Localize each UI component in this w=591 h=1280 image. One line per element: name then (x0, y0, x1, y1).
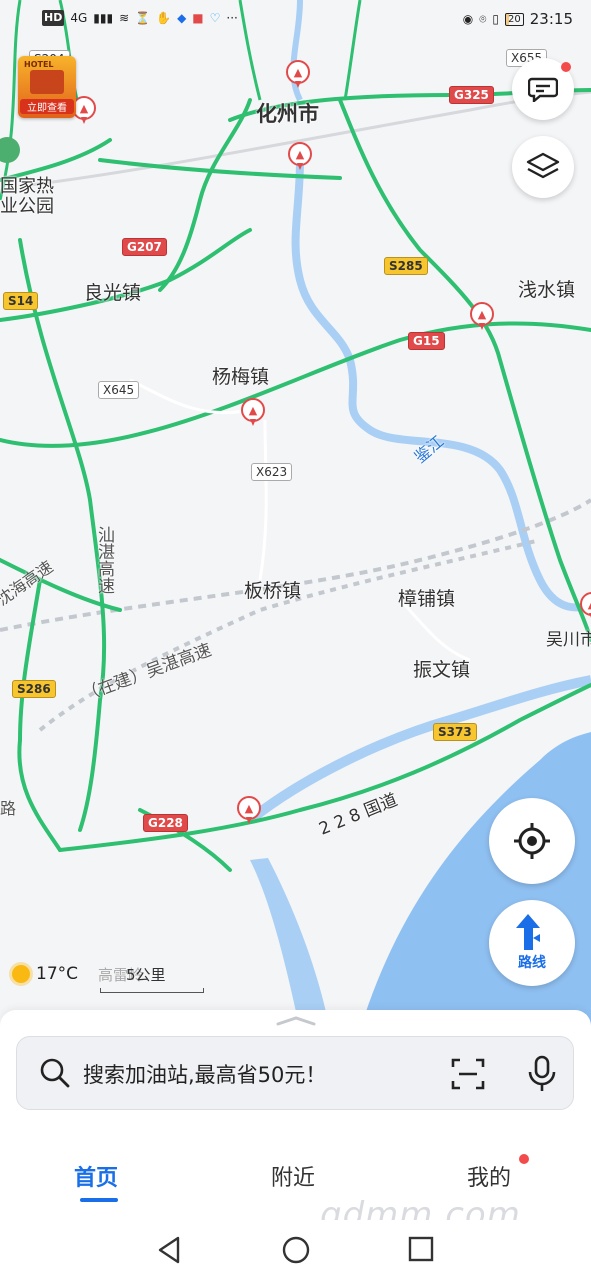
scenic-poi-pin[interactable]: ▲ (470, 302, 494, 330)
tab-home-indicator (80, 1198, 118, 1202)
shield-g325: G325 (449, 86, 494, 104)
hotel-ad-brand: HOTEL (24, 60, 54, 69)
app-notification-red-icon: ■ (192, 11, 204, 25)
place-zhenwen[interactable]: 振文镇 (413, 655, 470, 682)
tab-mine[interactable]: 我的 (467, 1160, 511, 1192)
place-huazhou[interactable]: 化州市 (256, 98, 319, 128)
shield-g15: G15 (408, 332, 445, 350)
back-icon[interactable] (156, 1236, 182, 1264)
layers-button[interactable] (512, 136, 574, 198)
weather-widget[interactable]: 17°C (12, 964, 78, 984)
shield-x623: X623 (251, 463, 293, 481)
tab-home[interactable]: 首页 (74, 1160, 118, 1192)
hotel-building-icon (30, 70, 64, 94)
scenic-poi-pin[interactable]: ▲ (580, 592, 591, 620)
map-scale-bar (100, 988, 204, 993)
microphone-icon[interactable] (527, 1055, 557, 1093)
shield-s286: S286 (12, 680, 56, 698)
layers-icon (526, 152, 560, 179)
shield-s373: S373 (433, 723, 477, 741)
more-notifications-icon: ··· (226, 11, 238, 25)
weather-temp: 17°C (36, 964, 79, 984)
place-liangguang[interactable]: 良光镇 (84, 278, 141, 305)
scenic-poi-pin[interactable]: ▲ (288, 142, 312, 170)
4g-signal-icon: 4G (70, 11, 88, 25)
scenic-poi-pin[interactable]: ▲ (237, 796, 261, 824)
route-button[interactable]: 路线 (489, 900, 575, 986)
scenic-poi-pin[interactable]: ▲ (286, 60, 310, 88)
app-notification-blue-icon: ♡ (209, 11, 221, 25)
vibrate-icon: ▯ (492, 12, 500, 26)
hourglass-icon: ⏳ (135, 11, 151, 25)
sun-icon (12, 965, 30, 983)
status-left: HD 4G ▮▮▮ ≋ ⏳ ✋ ◆ ■ ♡ ··· (42, 10, 238, 26)
location-icon: ⌾ (479, 12, 487, 26)
battery-icon: 20 (505, 12, 524, 26)
road-shanzhan-label: 汕湛高速 (94, 526, 114, 594)
chat-icon (528, 77, 558, 102)
place-banqiao[interactable]: 板桥镇 (244, 576, 301, 603)
route-arrow-icon (516, 914, 540, 950)
place-qianshui[interactable]: 浅水镇 (518, 275, 575, 302)
hotel-ad-cta: 立即查看 (20, 99, 74, 114)
signal-bars-icon: ▮▮▮ (93, 11, 114, 25)
tab-nearby[interactable]: 附近 (271, 1160, 315, 1192)
scan-icon[interactable] (451, 1057, 485, 1091)
messages-badge (561, 62, 571, 72)
crosshair-icon (514, 823, 550, 859)
hand-icon: ✋ (156, 11, 172, 25)
search-bar[interactable]: 搜索加油站,最高省50元！ (16, 1036, 574, 1110)
status-bar: HD 4G ▮▮▮ ≋ ⏳ ✋ ◆ ■ ♡ ··· ◉ ⌾ ▯ 20 23:15 (0, 0, 591, 40)
route-button-label: 路线 (518, 955, 546, 971)
map-scale-text: 5公里 (126, 966, 166, 984)
app-notification-icon: ◆ (177, 11, 187, 25)
scenic-poi-pin[interactable]: ▲ (241, 398, 265, 426)
hd-icon: HD (42, 10, 65, 26)
wifi-icon: ≋ (119, 11, 130, 25)
mine-badge (519, 1154, 529, 1164)
map-canvas[interactable]: 化州市 良光镇 杨梅镇 浅水镇 板桥镇 樟铺镇 振文镇 吴川市 国家热 业公园 … (0, 0, 591, 1030)
hotel-ad-banner[interactable]: HOTEL 立即查看 (18, 56, 76, 118)
shield-s14: S14 (3, 292, 39, 310)
place-wuchuan[interactable]: 吴川市 (546, 625, 591, 650)
clock: 23:15 (529, 10, 573, 28)
search-icon (40, 1058, 70, 1088)
eye-icon: ◉ (462, 12, 474, 26)
home-icon[interactable] (281, 1235, 311, 1265)
system-nav-bar (0, 1220, 591, 1280)
status-right: ◉ ⌾ ▯ 20 23:15 (463, 10, 573, 28)
place-yangmei[interactable]: 杨梅镇 (212, 362, 269, 389)
shield-s285: S285 (384, 257, 428, 275)
sheet-drag-handle-icon[interactable] (274, 1016, 318, 1026)
search-input[interactable]: 搜索加油站,最高省50元！ (83, 1059, 326, 1089)
locate-me-button[interactable] (489, 798, 575, 884)
shield-g228: G228 (143, 814, 188, 832)
shield-g207: G207 (122, 238, 167, 256)
recents-icon[interactable] (408, 1236, 434, 1262)
place-zhangpu[interactable]: 樟铺镇 (398, 584, 455, 611)
road-left-partial-label: 路 (0, 799, 17, 818)
place-park-line2[interactable]: 业公园 (0, 192, 54, 218)
shield-x645: X645 (98, 381, 140, 399)
